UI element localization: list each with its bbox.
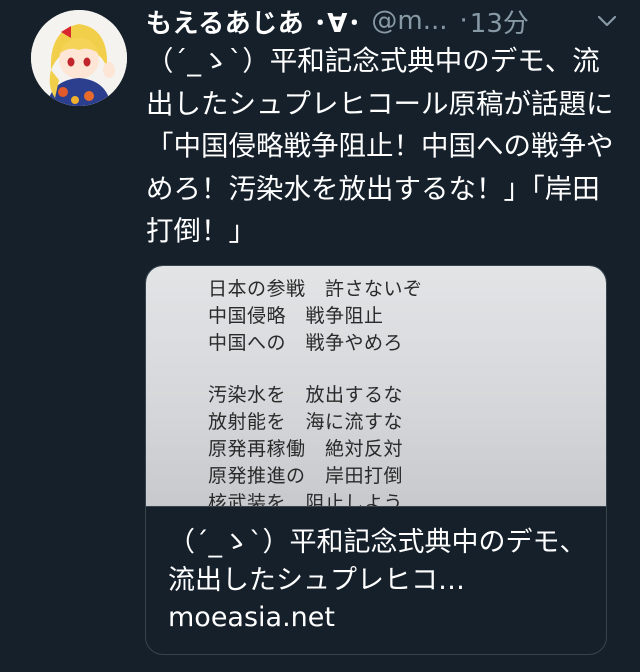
image-text-line: 原発再稼働 絶対反対 <box>208 438 404 460</box>
card-title[interactable]: （´_ゝ`）平和記念式典中のデモ、流出したシュプレヒコ… <box>168 524 588 600</box>
user-handle[interactable]: @m... <box>371 6 447 36</box>
display-name[interactable]: もえるあじあ ･∀･ <box>146 3 361 40</box>
image-text-line: 原発推進の 岸田打倒 <box>208 465 404 487</box>
image-text-line: 放射能を 海に流すな <box>208 411 404 433</box>
separator-dot: · <box>459 6 468 36</box>
image-text-line: 中国侵略 戦争阻止 <box>208 305 384 327</box>
card-domain[interactable]: moeasia.net <box>168 602 335 633</box>
avatar[interactable] <box>31 10 127 106</box>
tweet-text: （´_ゝ`）平和記念式典中のデモ、流出したシュプレヒコール原稿が話題に「中国侵略… <box>146 45 614 247</box>
chevron-down-icon[interactable] <box>596 10 618 32</box>
link-card[interactable]: 日本の参戦 許さないぞ 中国侵略 戦争阻止 中国への 戦争やめろ 汚染水を 放出… <box>145 265 607 655</box>
image-text-line: 日本の参戦 許さないぞ <box>208 278 423 300</box>
tweet-header: もえるあじあ ･∀･ @m... · 13分 <box>146 2 626 40</box>
image-text-line: 汚染水を 放出するな <box>208 384 404 406</box>
image-text-line: 核武装を 阻止しよう <box>208 492 404 507</box>
card-image[interactable]: 日本の参戦 許さないぞ 中国侵略 戦争阻止 中国への 戦争やめろ 汚染水を 放出… <box>146 266 606 507</box>
timestamp[interactable]: 13分 <box>470 3 529 40</box>
image-text-line: 中国への 戦争やめろ <box>208 332 404 354</box>
tweet[interactable]: もえるあじあ ･∀･ @m... · 13分 （´_ゝ`）平和記念式典中のデモ、… <box>0 0 640 672</box>
